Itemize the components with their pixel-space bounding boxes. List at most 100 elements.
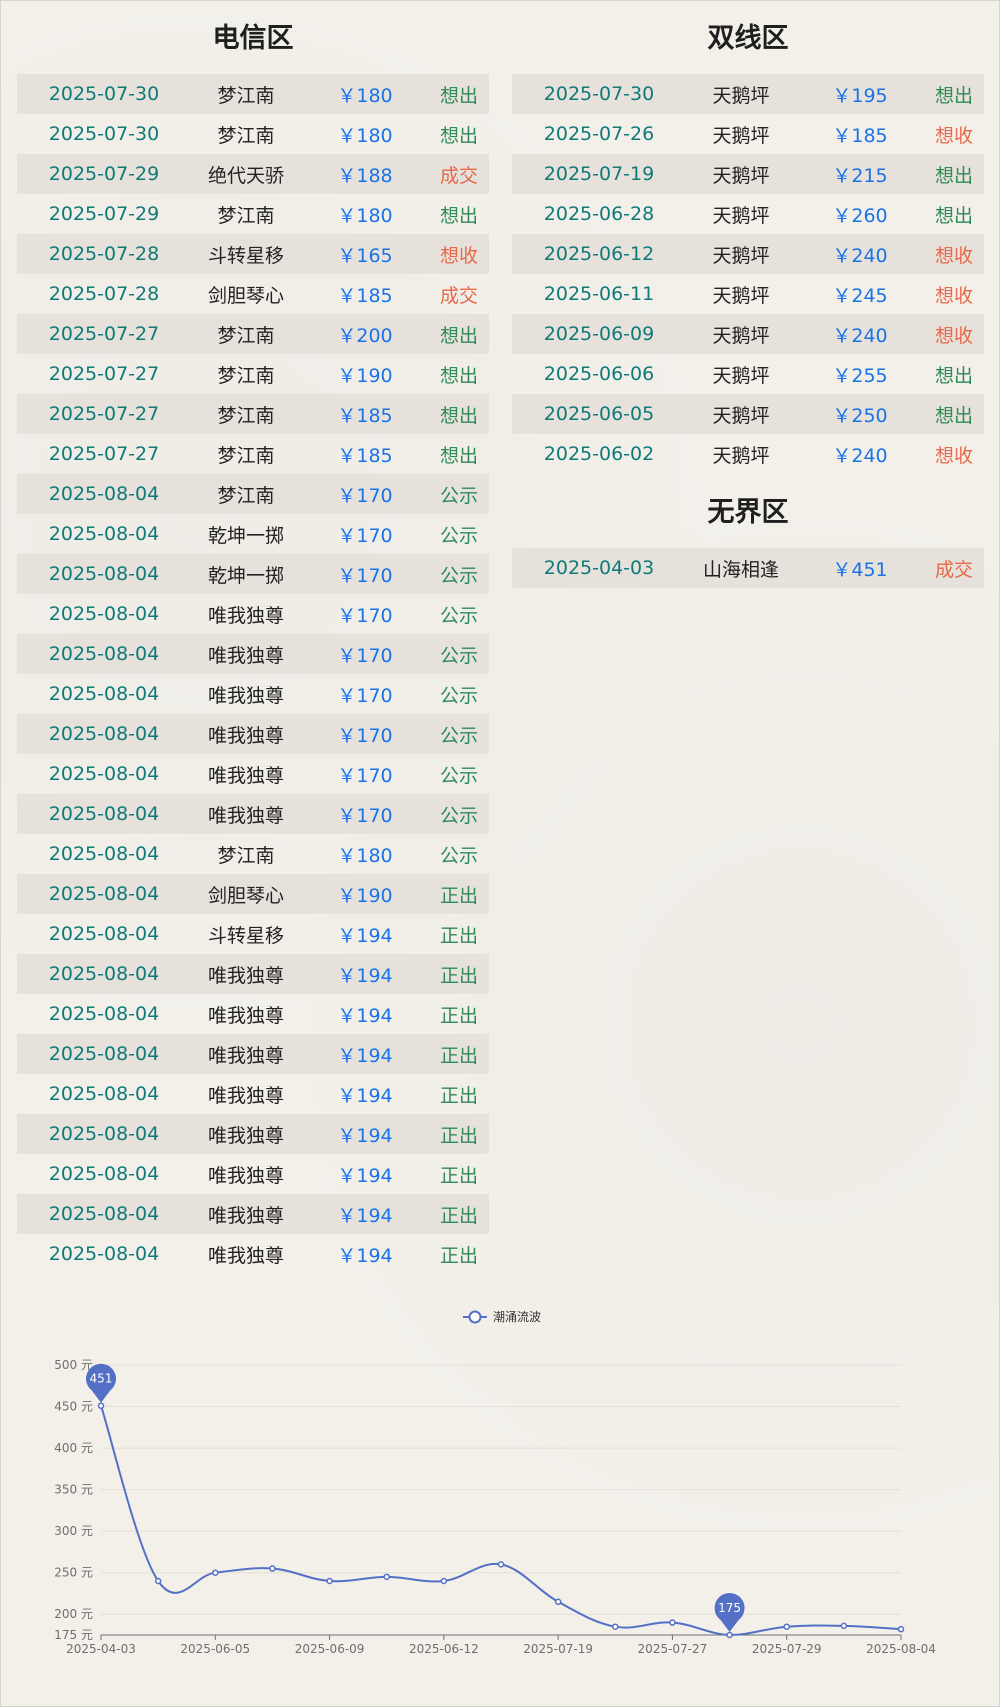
table-row: 2025-08-04 唯我独尊 ￥170 公示 — [17, 794, 489, 834]
data-point — [212, 1569, 219, 1576]
row-price: ￥170 — [337, 564, 393, 587]
row-date: 2025-07-30 — [48, 83, 160, 105]
row-status: 想出 — [934, 164, 973, 187]
row-date: 2025-08-04 — [48, 483, 160, 505]
table-row: 2025-08-04 唯我独尊 ￥194 正出 — [17, 1194, 489, 1234]
row-price: ￥190 — [337, 884, 393, 907]
row-date: 2025-04-03 — [543, 557, 655, 579]
row-date: 2025-08-04 — [48, 1123, 160, 1145]
data-point — [154, 1577, 162, 1585]
table-row: 2025-08-04 唯我独尊 ￥170 公示 — [17, 594, 489, 634]
row-name: 斗转星移 — [207, 244, 284, 267]
row-name: 梦江南 — [217, 364, 275, 387]
row-status: 想出 — [439, 404, 478, 427]
row-name: 唯我独尊 — [207, 724, 284, 747]
table-row: 2025-07-30 梦江南 ￥180 想出 — [17, 114, 489, 154]
data-point — [326, 1577, 333, 1585]
row-name: 天鹅坪 — [712, 444, 770, 467]
table-row: 2025-06-06 天鹅坪 ￥255 想出 — [512, 354, 984, 394]
row-date: 2025-08-04 — [48, 1243, 160, 1265]
row-date: 2025-07-19 — [543, 163, 655, 185]
row-name: 斗转星移 — [207, 924, 284, 947]
row-price: ￥245 — [832, 284, 888, 307]
x-tick-label: 2025-06-05 — [180, 1642, 250, 1656]
table-row: 2025-08-04 唯我独尊 ￥194 正出 — [17, 1074, 489, 1114]
row-name: 乾坤一掷 — [207, 524, 284, 547]
row-status: 公示 — [439, 684, 478, 707]
row-status: 想出 — [934, 84, 973, 107]
data-point — [897, 1625, 905, 1633]
row-name: 唯我独尊 — [207, 764, 284, 787]
table-row: 2025-07-27 梦江南 ￥185 想出 — [17, 434, 489, 474]
row-status: 想收 — [934, 244, 973, 267]
table-row: 2025-08-04 斗转星移 ￥194 正出 — [17, 914, 489, 954]
table-row: 2025-08-04 乾坤一掷 ￥170 公示 — [17, 554, 489, 594]
row-price: ￥185 — [337, 444, 393, 467]
data-point — [783, 1623, 790, 1630]
row-status: 公示 — [439, 524, 478, 547]
row-date: 2025-07-29 — [48, 203, 160, 225]
row-date: 2025-08-04 — [48, 843, 160, 865]
row-status: 公示 — [439, 564, 478, 587]
telecom-title: 电信区 — [212, 23, 294, 54]
table-row: 2025-07-30 天鹅坪 ￥195 想出 — [512, 74, 984, 114]
row-price: ￥170 — [337, 804, 393, 827]
row-name: 唯我独尊 — [207, 1244, 284, 1267]
row-price: ￥260 — [832, 204, 888, 227]
row-date: 2025-07-28 — [48, 243, 160, 265]
row-name: 梦江南 — [217, 484, 275, 507]
marker-label: 451 — [90, 1372, 113, 1386]
boundless-title: 无界区 — [707, 497, 789, 528]
row-price: ￥194 — [337, 924, 393, 947]
row-status: 正出 — [439, 1164, 478, 1187]
row-date: 2025-06-06 — [543, 363, 655, 385]
row-price: ￥194 — [337, 964, 393, 987]
row-name: 唯我独尊 — [207, 964, 284, 987]
table-row: 2025-06-09 天鹅坪 ￥240 想收 — [512, 314, 984, 354]
table-row: 2025-08-04 唯我独尊 ￥194 正出 — [17, 954, 489, 994]
row-date: 2025-07-27 — [48, 403, 160, 425]
row-date: 2025-07-26 — [543, 123, 655, 145]
row-status: 正出 — [439, 1004, 478, 1027]
row-date: 2025-08-04 — [48, 803, 160, 825]
row-date: 2025-07-27 — [48, 443, 160, 465]
row-price: ￥451 — [832, 558, 888, 581]
row-price: ￥170 — [337, 604, 393, 627]
row-date: 2025-08-04 — [48, 683, 160, 705]
row-status: 正出 — [439, 884, 478, 907]
row-price: ￥240 — [832, 444, 888, 467]
marker-label: 175 — [718, 1601, 741, 1615]
row-name: 梦江南 — [217, 84, 275, 107]
data-point — [383, 1573, 390, 1581]
row-date: 2025-06-02 — [543, 443, 655, 465]
row-name: 剑胆琴心 — [207, 284, 284, 307]
y-tick-label: 250 元 — [54, 1566, 93, 1580]
row-price: ￥170 — [337, 764, 393, 787]
table-row: 2025-06-12 天鹅坪 ￥240 想收 — [512, 234, 984, 274]
row-status: 想出 — [439, 204, 478, 227]
data-point — [554, 1598, 562, 1606]
row-name: 梦江南 — [217, 324, 275, 347]
table-row: 2025-08-04 梦江南 ￥180 公示 — [17, 834, 489, 874]
row-status: 公示 — [439, 644, 478, 667]
row-date: 2025-07-29 — [48, 163, 160, 185]
row-status: 公示 — [439, 804, 478, 827]
row-status: 公示 — [439, 844, 478, 867]
row-name: 唯我独尊 — [207, 1044, 284, 1067]
x-tick-label: 2025-07-27 — [638, 1642, 708, 1656]
table-row: 2025-07-29 梦江南 ￥180 想出 — [17, 194, 489, 234]
row-status: 想收 — [439, 244, 478, 267]
row-name: 唯我独尊 — [207, 1124, 284, 1147]
y-tick-label: 300 元 — [54, 1524, 93, 1538]
row-status: 想收 — [934, 324, 973, 347]
row-date: 2025-08-04 — [48, 1083, 160, 1105]
row-status: 想出 — [934, 404, 973, 427]
row-name: 梦江南 — [217, 204, 275, 227]
row-status: 成交 — [934, 558, 973, 581]
row-price: ￥255 — [832, 364, 888, 387]
price-trend-chart: 175 元 200 元 250 元 300 元 350 元 400 元 450 元 500 元… — [54, 1309, 936, 1656]
table-row: 2025-06-28 天鹅坪 ￥260 想出 — [512, 194, 984, 234]
table-row: 2025-08-04 唯我独尊 ￥194 正出 — [17, 1154, 489, 1194]
table-row: 2025-07-30 梦江南 ￥180 想出 — [17, 74, 489, 114]
y-tick-label: 350 元 — [54, 1483, 93, 1497]
